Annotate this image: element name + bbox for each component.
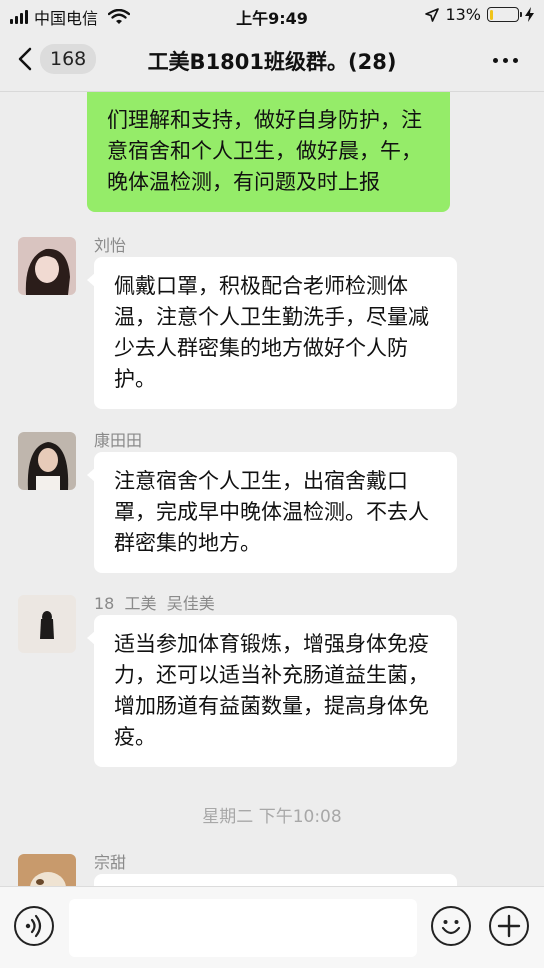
emoji-button[interactable] [431, 906, 471, 946]
chat-area[interactable]: 们理解和支持，做好自身防护，注意宿舍和个人卫生，做好晨，午，晚体温检测，有问题及… [0, 92, 544, 886]
avatar-image [18, 854, 76, 886]
message-text: 注意宿舍个人卫生，出宿舍戴口罩，完成早中晚体温检测。不去人群密集的地方。 [114, 469, 429, 555]
message-bubble[interactable]: 佩戴口罩，积极配合老师检测体温，注意个人卫生勤洗手，尽量减少去人群密集的地方做好… [87, 257, 457, 409]
avatar[interactable] [18, 432, 76, 490]
more-dots-icon[interactable] [493, 58, 518, 63]
message-text: 佩戴口罩，积极配合老师检测体温，注意个人卫生勤洗手，尽量减少去人群密集的地方做好… [114, 274, 429, 391]
message-bubble[interactable]: 适当参加体育锻炼，增强身体免疫力，还可以适当补充肠道益生菌，增加肠道有益菌数量，… [87, 615, 457, 767]
battery-percent: 13% [445, 5, 481, 24]
sender-name: 18 工美 吴佳美 [94, 594, 215, 613]
time-divider: 星期二 下午10:08 [202, 807, 342, 827]
input-bar [0, 886, 544, 968]
chat-title: 工美B1801班级群。(28) [147, 50, 397, 74]
status-right: 13% [425, 5, 534, 24]
avatar-image [18, 237, 76, 295]
own-message-bubble[interactable]: 们理解和支持，做好自身防护，注意宿舍和个人卫生，做好晨，午，晚体温检测，有问题及… [87, 92, 450, 212]
nav-bar: 168 工美B1801班级群。(28) [0, 30, 544, 92]
sender-name: 康田田 [94, 431, 143, 450]
battery-icon [487, 7, 522, 22]
avatar[interactable] [18, 237, 76, 295]
message-input[interactable] [69, 899, 417, 957]
message-text: 适当参加体育锻炼，增强身体免疫力，还可以适当补充肠道益生菌，增加肠道有益菌数量，… [114, 632, 429, 749]
message-bubble[interactable]: 注意宿舍个人卫生，出宿舍戴口罩，完成早中晚体温检测。不去人群密集的地方。 [87, 452, 457, 573]
voice-button[interactable] [14, 906, 54, 946]
own-message-text: 们理解和支持，做好自身防护，注意宿舍和个人卫生，做好晨，午，晚体温检测，有问题及… [107, 108, 422, 194]
message-bubble[interactable] [94, 874, 457, 886]
sender-name: 刘怡 [94, 236, 127, 255]
voice-icon[interactable] [16, 908, 52, 944]
battery-fill [489, 9, 493, 20]
avatar[interactable] [18, 854, 76, 886]
more-options-button[interactable] [489, 906, 529, 946]
plus-icon[interactable] [491, 908, 527, 944]
location-arrow-icon [425, 7, 440, 22]
emoji-icon[interactable] [433, 908, 469, 944]
avatar-image [18, 432, 76, 490]
avatar-image [18, 595, 76, 653]
avatar[interactable] [18, 595, 76, 653]
status-bar: 中国电信 上午9:49 13% [0, 0, 544, 30]
charging-bolt-icon [525, 7, 534, 22]
sender-name: 宗甜 [94, 853, 127, 872]
